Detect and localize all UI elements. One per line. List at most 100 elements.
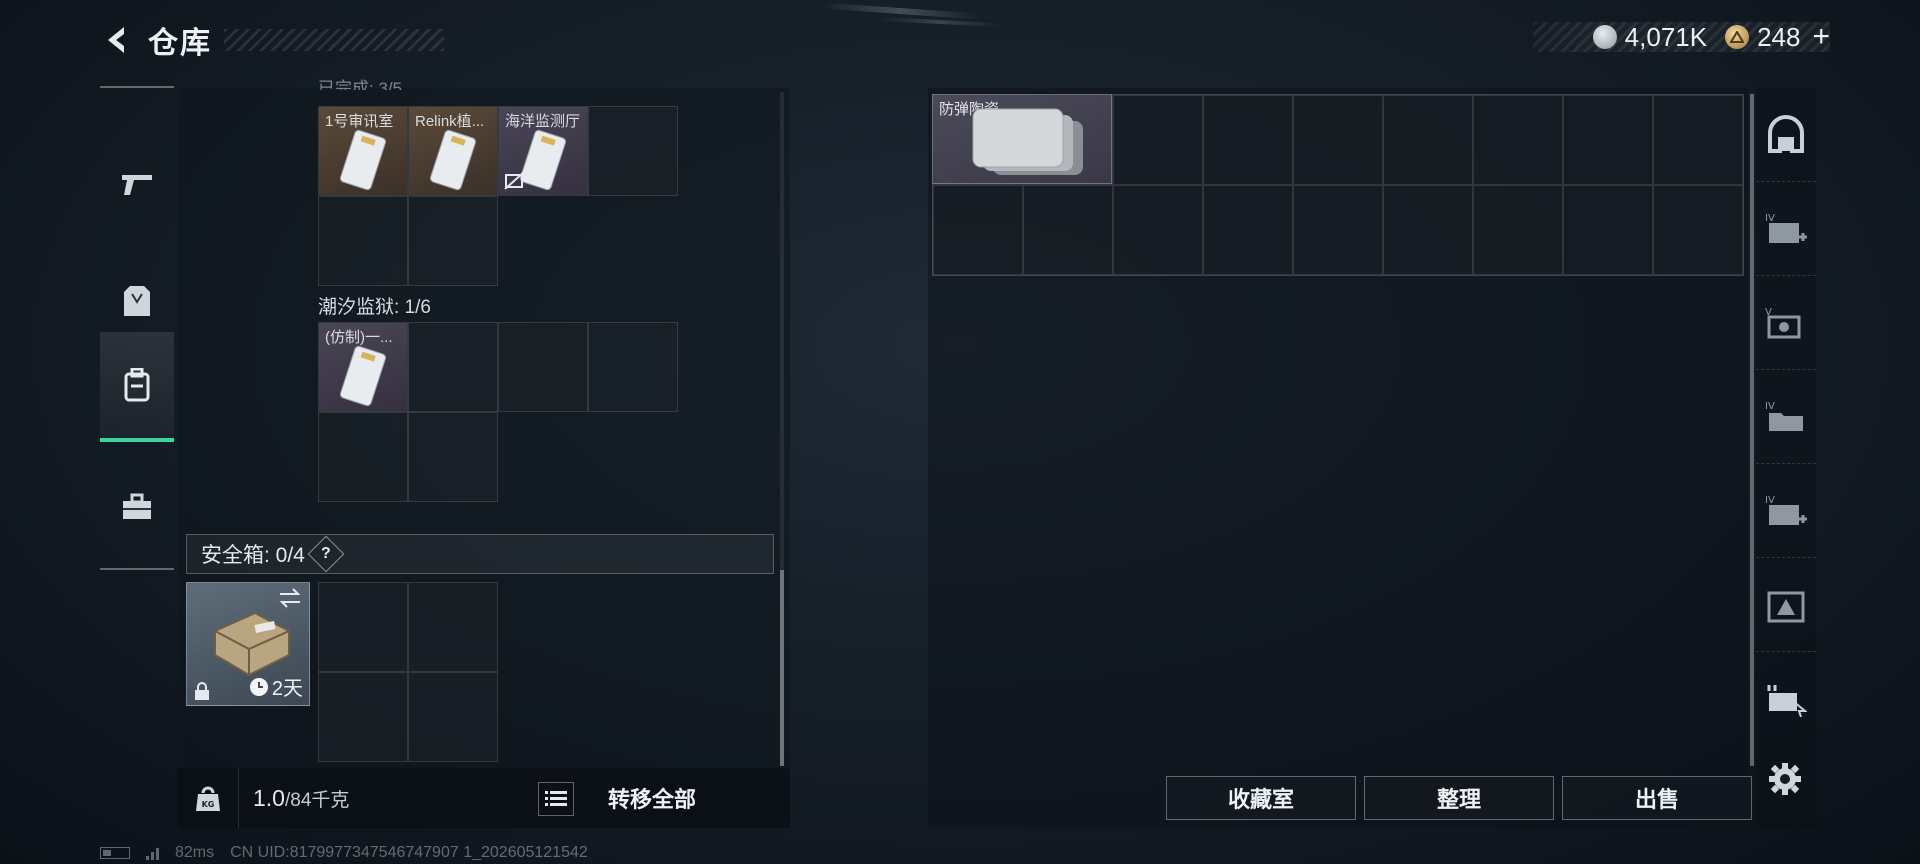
storage-add-icon: IV: [1765, 213, 1807, 243]
stash-slot[interactable]: [1473, 185, 1563, 275]
weight-icon: KG: [178, 784, 238, 812]
title-stripe: [224, 29, 444, 51]
stash-tab-1[interactable]: IV: [1756, 182, 1816, 276]
clock-icon: [249, 677, 268, 696]
storage-warning-icon: [1767, 591, 1805, 622]
inventory-slot[interactable]: [498, 322, 588, 412]
grid-gap: [498, 412, 588, 502]
svg-text:IV: IV: [1765, 213, 1775, 224]
collection-grid-1: 1号审讯室 Relink植... 海洋监测厅: [318, 106, 678, 286]
stash-slot[interactable]: [1113, 185, 1203, 275]
vest-icon: [124, 286, 150, 316]
stash-slot[interactable]: [1383, 95, 1473, 185]
ping-readout: 82ms: [175, 844, 215, 861]
safebox-grid: [318, 582, 498, 762]
safebox-icon: [214, 611, 290, 677]
list-icon: [545, 791, 567, 806]
status-footer: 82ms CN UID:8179977347546747907 1_202605…: [100, 844, 588, 862]
add-currency-button[interactable]: +: [1812, 20, 1830, 54]
inventory-slot[interactable]: [318, 672, 408, 762]
stash-slot[interactable]: [933, 185, 1023, 275]
inventory-slot[interactable]: [408, 322, 498, 412]
inventory-slot[interactable]: [588, 322, 678, 412]
stash-slot[interactable]: [1113, 95, 1203, 185]
background-streak: [879, 16, 1001, 28]
inventory-slot[interactable]: [588, 106, 678, 196]
nav-backpack[interactable]: [100, 332, 174, 442]
stash-category-nav: IV V IV IV: [1756, 88, 1816, 828]
inventory-slot[interactable]: Relink植...: [408, 106, 498, 196]
safebox-capacity: 安全箱: 0/4: [201, 544, 305, 567]
storage-edit-icon: V: [1765, 307, 1801, 338]
grid-gap: [498, 196, 588, 286]
inventory-scrollbar-thumb[interactable]: [780, 570, 784, 766]
no-insure-icon: [504, 172, 524, 190]
back-arrow-icon[interactable]: [100, 23, 134, 57]
stash-all-icon: [1768, 114, 1804, 153]
keycard-item[interactable]: 1号审讯室: [319, 107, 407, 195]
stash-tab-all[interactable]: [1756, 88, 1816, 182]
stash-tab-3[interactable]: IV: [1756, 370, 1816, 464]
stash-slot[interactable]: [1653, 95, 1743, 185]
gold-amount: 248: [1757, 21, 1801, 52]
collection-room-button[interactable]: 收藏室: [1166, 776, 1356, 820]
inventory-slot[interactable]: (仿制)一...: [318, 322, 408, 412]
keycard-item[interactable]: 海洋监测厅: [499, 107, 587, 195]
safebox-header: 安全箱: 0/4 ?: [186, 534, 774, 574]
stash-tab-2[interactable]: V: [1756, 276, 1816, 370]
silver-coin-icon: [1592, 25, 1617, 49]
stash-slot[interactable]: [1653, 185, 1743, 275]
ceramic-plate-item[interactable]: 防弹陶瓷: [932, 94, 1112, 184]
battery-icon: [100, 847, 130, 859]
keycard-icon: [429, 129, 477, 191]
keycard-item[interactable]: Relink植...: [409, 107, 497, 195]
inventory-slot[interactable]: 海洋监测厅: [498, 106, 588, 196]
grid-gap: [588, 412, 678, 502]
inventory-slot[interactable]: [318, 582, 408, 672]
stash-slot[interactable]: [1203, 185, 1293, 275]
transfer-all-button[interactable]: 转移全部: [608, 782, 696, 814]
inventory-slot[interactable]: [408, 196, 498, 286]
safebox-item[interactable]: 2天: [186, 582, 310, 706]
stash-slot[interactable]: [1563, 95, 1653, 185]
inventory-slot[interactable]: 1号审讯室: [318, 106, 408, 196]
storage-folder-icon: IV: [1765, 401, 1803, 431]
nav-toolbox[interactable]: [100, 452, 174, 562]
grid-gap: [588, 196, 678, 286]
stash-scrollbar[interactable]: [1750, 94, 1754, 766]
settings-gear-icon[interactable]: [1768, 762, 1802, 801]
stash-slot[interactable]: [1563, 185, 1653, 275]
keycard-item[interactable]: (仿制)一...: [319, 323, 407, 411]
stash-tab-4[interactable]: IV: [1756, 464, 1816, 558]
signal-icon: [146, 846, 159, 860]
inventory-slot[interactable]: [408, 412, 498, 502]
stash-slot[interactable]: [1383, 185, 1473, 275]
stash-slot[interactable]: [1473, 95, 1563, 185]
stash-slot[interactable]: [1293, 95, 1383, 185]
list-view-button[interactable]: [538, 782, 574, 816]
stash-slot[interactable]: [1203, 95, 1293, 185]
help-icon[interactable]: ?: [307, 535, 345, 573]
collection-progress-label: 已完成: 3/5: [318, 79, 403, 90]
inventory-slot[interactable]: [318, 196, 408, 286]
stash-slot[interactable]: [1293, 185, 1383, 275]
inventory-slot[interactable]: [408, 672, 498, 762]
backpack-icon: [124, 368, 150, 402]
lock-icon: [195, 682, 209, 700]
prison-collection-label: 潮汐监狱: 1/6: [318, 297, 431, 318]
page-title: 仓库: [148, 27, 212, 60]
nav-weapons[interactable]: [100, 128, 174, 238]
gold-coin-icon: [1725, 25, 1750, 49]
left-category-nav: [100, 86, 174, 570]
inventory-slot[interactable]: [318, 412, 408, 502]
swap-icon[interactable]: [277, 587, 303, 609]
stash-tab-5[interactable]: [1756, 558, 1816, 652]
stash-tab-6[interactable]: [1756, 652, 1816, 746]
storage-select-icon: [1767, 685, 1807, 717]
inventory-slot[interactable]: [408, 582, 498, 672]
stash-slot[interactable]: [1023, 185, 1113, 275]
rental-timer: 2天: [249, 672, 303, 701]
organize-button[interactable]: 整理: [1364, 776, 1554, 820]
silver-amount: 4,071K: [1624, 21, 1708, 52]
sell-button[interactable]: 出售: [1562, 776, 1752, 820]
